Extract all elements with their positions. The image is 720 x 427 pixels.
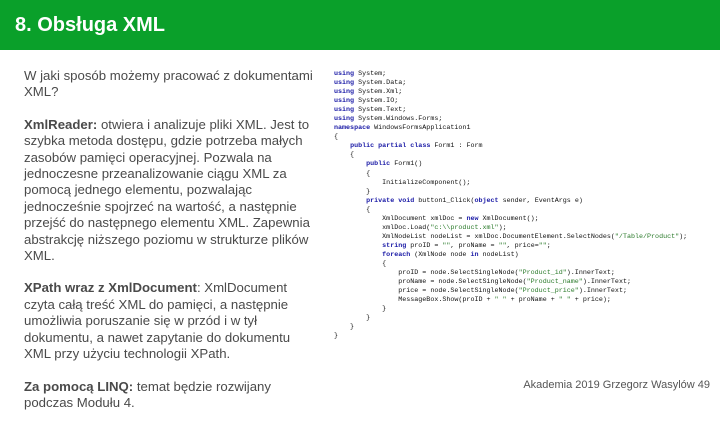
- section-xpath: XPath wraz z XmlDocument: XmlDocument cz…: [24, 280, 314, 362]
- code-line: using System.Windows.Forms;: [334, 115, 443, 124]
- code-line: using System;: [334, 70, 387, 78]
- code-line: using System.IO;: [334, 97, 399, 106]
- code-line: XmlDocument xmlDoc = new XmlDocument();: [334, 214, 539, 223]
- section-term: Za pomocą LINQ:: [24, 378, 134, 394]
- slide-title: 8. Obsługa XML: [15, 14, 166, 36]
- code-line: }: [334, 187, 371, 196]
- code-line: string proID = "", proName = "", price="…: [382, 241, 551, 250]
- code-line: private void button1_Click(object sender…: [366, 196, 583, 205]
- code-line: xmlDoc.Load("c:\\product.xml");: [334, 223, 507, 232]
- intro-paragraph: W jaki sposób możemy pracować z dokument…: [24, 68, 313, 100]
- code-line: proID = node.SelectSingleNode("Product_i…: [334, 269, 615, 278]
- code-line: }: [334, 314, 371, 323]
- code-line: {: [334, 133, 339, 142]
- code-line: }: [334, 305, 387, 314]
- code-line: using System.Xml;: [334, 88, 403, 97]
- section-text: otwiera i analizuje pliki XML. Jest to s…: [24, 116, 310, 264]
- section-linq: Za pomocą LINQ: temat będzie rozwijany p…: [24, 379, 314, 412]
- code-listing: using System; using System.Data; using Sys…: [334, 70, 704, 341]
- text-column: W jaki sposób możemy pracować z dokument…: [24, 68, 314, 427]
- code-line: XmlNodeList nodeList = xmlDoc.DocumentEl…: [334, 232, 688, 241]
- section-term: XPath wraz z XmlDocument: [24, 280, 197, 296]
- code-line: namespace WindowsFormsApplication1: [334, 124, 471, 133]
- code-line: using System.Text;: [334, 106, 407, 115]
- section-xmlreader: XmlReader: otwiera i analizuje pliki XML…: [24, 117, 314, 265]
- code-line: }: [334, 332, 339, 341]
- code-line: price = node.SelectSingleNode("Product_p…: [334, 287, 627, 296]
- code-line: {: [334, 205, 371, 214]
- title-bar: 8. Obsługa XML: [0, 0, 720, 50]
- code-line: {: [334, 169, 371, 178]
- code-line: public Form1(): [366, 160, 423, 169]
- code-line: MessageBox.Show(proID + " " + proName + …: [334, 296, 611, 305]
- code-line: InitializeComponent();: [334, 178, 471, 187]
- code-line: public partial class Form1 : Form: [350, 142, 483, 151]
- code-line: foreach (XmlNode node in nodeList): [382, 250, 519, 259]
- section-term: XmlReader:: [24, 116, 98, 132]
- code-line: using System.Data;: [334, 79, 407, 88]
- code-line: {: [334, 259, 387, 268]
- code-line: proName = node.SelectSingleNode("Product…: [334, 278, 631, 287]
- footer-text: Akademia 2019 Grzegorz Wasylów 49: [523, 379, 710, 391]
- code-line: {: [334, 151, 355, 160]
- code-line: }: [334, 323, 355, 332]
